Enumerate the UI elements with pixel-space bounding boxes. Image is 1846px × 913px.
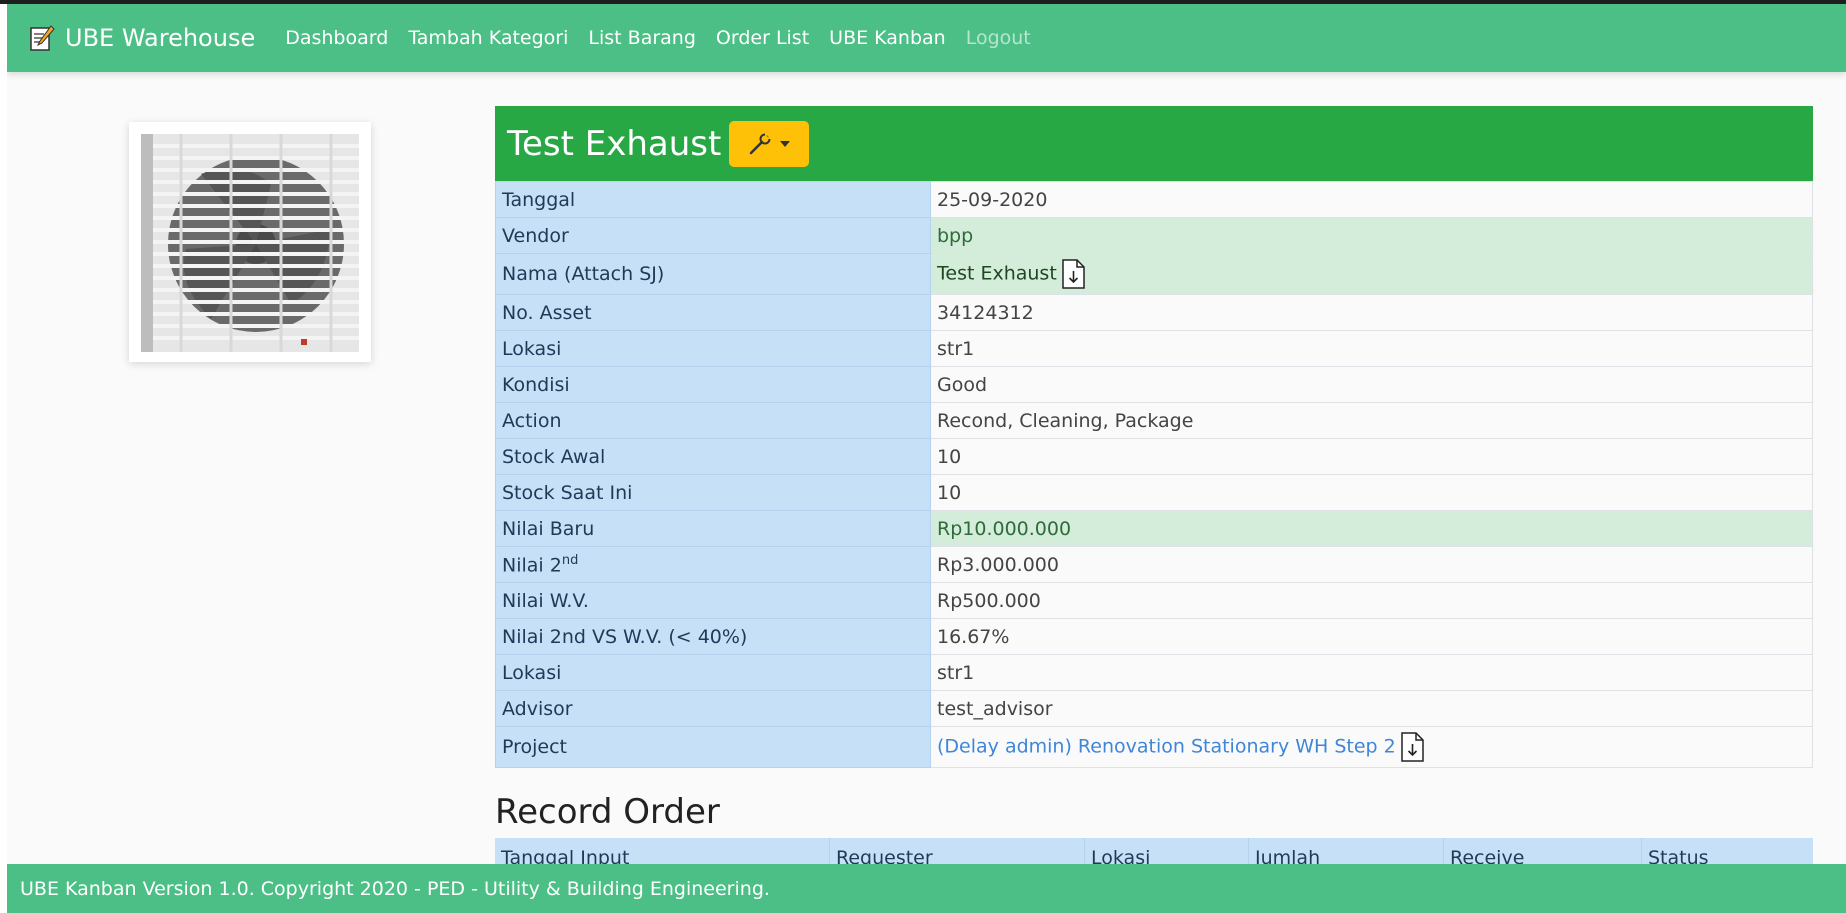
row-value: str1 [930,654,1813,691]
row-value: bpp [930,217,1813,254]
row-label: Project [495,726,931,768]
row-value: Rp3.000.000 [930,546,1813,583]
row-value: Recond, Cleaning, Package [930,402,1813,439]
row-label: No. Asset [495,294,931,331]
nav-order-list[interactable]: Order List [716,27,809,49]
row-value: test_advisor [930,690,1813,727]
nav-tambah-kategori[interactable]: Tambah Kategori [408,27,568,49]
row-label-superscript: nd [561,552,579,568]
table-row: Nama (Attach SJ) Test Exhaust [495,253,1813,295]
download-document-icon[interactable] [1400,732,1425,762]
table-row: Stock Saat Ini 10 [495,474,1813,511]
brand[interactable]: UBE Warehouse [29,24,255,52]
row-label: Lokasi [495,654,931,691]
row-label: Nilai W.V. [495,582,931,619]
footer: UBE Kanban Version 1.0. Copyright 2020 -… [7,864,1846,913]
project-link[interactable]: (Delay admin) Renovation Stationary WH S… [937,736,1396,758]
nav-dashboard[interactable]: Dashboard [285,27,388,49]
row-label: Stock Awal [495,438,931,475]
table-row: Vendor bpp [495,217,1813,254]
wrench-icon [750,132,772,154]
table-row: Advisor test_advisor [495,690,1813,727]
row-value: 16.67% [930,618,1813,655]
table-row: No. Asset 34124312 [495,294,1813,331]
navbar: UBE Warehouse Dashboard Tambah Kategori … [7,4,1846,72]
table-row: Nilai W.V. Rp500.000 [495,582,1813,619]
row-label: Nilai 2nd VS W.V. (< 40%) [495,618,931,655]
table-row: Lokasi str1 [495,330,1813,367]
row-label: Nilai 2nd [495,546,931,583]
exhaust-fan-photo [141,134,359,352]
row-value: Test Exhaust [930,253,1813,295]
nav-list-barang[interactable]: List Barang [588,27,696,49]
row-value: 10 [930,474,1813,511]
row-label: Lokasi [495,330,931,367]
row-label-text: Nilai 2 [502,554,562,577]
row-label: Kondisi [495,366,931,403]
row-value: Rp500.000 [930,582,1813,619]
row-label: Tanggal [495,181,931,218]
row-label: Nilai Baru [495,510,931,547]
table-row: Nilai 2nd Rp3.000.000 [495,546,1813,583]
table-row: Action Recond, Cleaning, Package [495,402,1813,439]
nav-logout[interactable]: Logout [966,27,1031,49]
download-document-icon[interactable] [1061,259,1086,289]
tools-dropdown-button[interactable] [729,120,810,167]
page: UBE Warehouse Dashboard Tambah Kategori … [7,4,1846,913]
row-label: Advisor [495,690,931,727]
footer-text: UBE Kanban Version 1.0. Copyright 2020 -… [20,877,770,900]
row-label: Vendor [495,217,931,254]
row-value: 34124312 [930,294,1813,331]
row-value: str1 [930,330,1813,367]
attachment-name: Test Exhaust [937,262,1057,285]
table-row: Nilai 2nd VS W.V. (< 40%) 16.67% [495,618,1813,655]
row-value: Rp10.000.000 [930,510,1813,547]
row-label: Stock Saat Ini [495,474,931,511]
record-order-title: Record Order [495,792,720,832]
memo-icon [30,25,55,51]
table-row: Project (Delay admin) Renovation Station… [495,726,1813,768]
row-value: (Delay admin) Renovation Stationary WH S… [930,726,1813,768]
table-row: Kondisi Good [495,366,1813,403]
row-label: Nama (Attach SJ) [495,253,931,295]
item-title: Test Exhaust [507,123,722,164]
item-image[interactable] [129,122,371,362]
table-row: Nilai Baru Rp10.000.000 [495,510,1813,547]
row-value: 10 [930,438,1813,475]
row-value: 25-09-2020 [930,181,1813,218]
caret-down-icon [780,140,791,147]
table-row: Tanggal 25-09-2020 [495,181,1813,218]
table-row: Lokasi str1 [495,654,1813,691]
detail-table: Tanggal 25-09-2020 Vendor bpp Nama (Atta… [495,181,1813,768]
card-header: Test Exhaust [495,106,1813,181]
brand-title: UBE Warehouse [65,24,256,52]
row-label: Action [495,402,931,439]
row-value: Good [930,366,1813,403]
nav-ube-kanban[interactable]: UBE Kanban [829,27,946,49]
item-detail-card: Test Exhaust Tanggal 25-09-2020 Vendor b… [495,106,1813,768]
table-row: Stock Awal 10 [495,438,1813,475]
